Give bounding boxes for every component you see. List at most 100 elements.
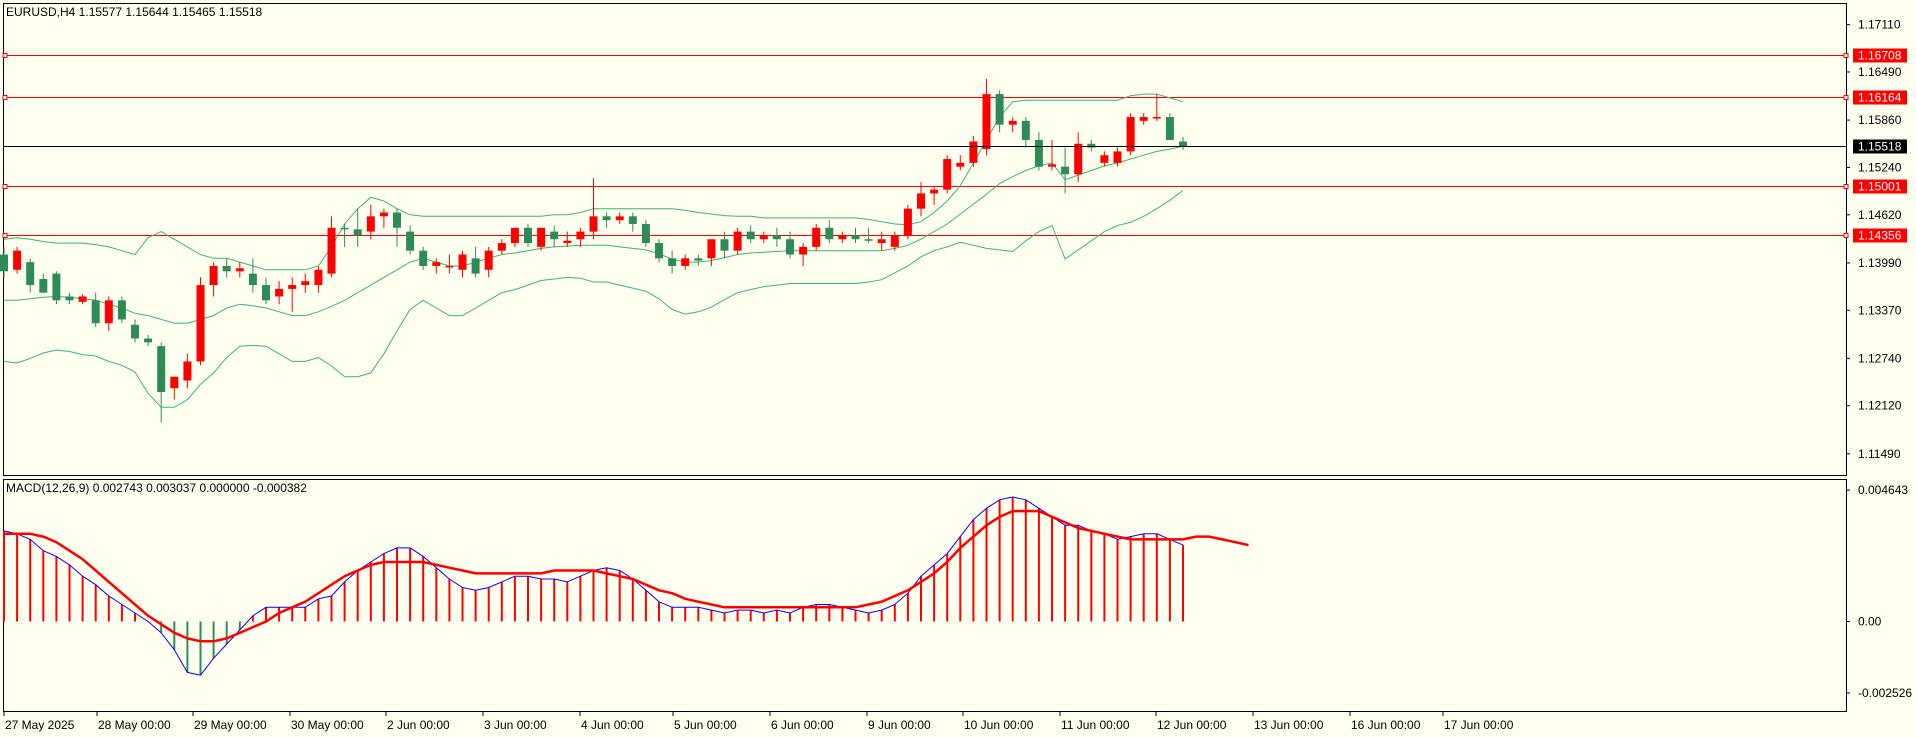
price-tick-label: 1.12120 — [1858, 399, 1902, 413]
candle-body — [746, 231, 755, 240]
candle-body — [524, 227, 532, 244]
candle — [576, 227, 585, 247]
candle-body — [943, 159, 952, 190]
candle-body — [327, 227, 336, 274]
candle — [288, 277, 297, 312]
candle — [406, 225, 415, 255]
candle-body — [1021, 120, 1030, 140]
candle-body — [406, 231, 415, 251]
candle-body — [812, 227, 821, 247]
candle-body — [65, 296, 74, 301]
candle-body — [248, 273, 257, 286]
candle — [668, 250, 677, 274]
candle-body — [314, 269, 323, 286]
macd-histogram — [3, 496, 1184, 676]
candle — [1048, 139, 1056, 171]
candle-body — [864, 239, 873, 241]
candle-body — [1139, 117, 1148, 121]
candle — [262, 277, 270, 305]
level-handle-right — [1843, 53, 1849, 58]
candle — [353, 208, 362, 247]
candle — [157, 342, 166, 423]
horizontal-levels[interactable]: 1.16708 1.16164 1.15001 1.14356 — [2, 48, 1907, 243]
time-tick-label: 2 Jun 00:00 — [387, 718, 450, 732]
price-panel-frame — [3, 3, 1847, 476]
candle-body — [301, 281, 310, 286]
candle — [248, 258, 257, 293]
candle — [0, 246, 8, 278]
candle-body — [209, 265, 218, 286]
level-handle-left — [2, 53, 8, 58]
candle — [550, 225, 559, 247]
time-x-axis: 27 May 2025 28 May 00:00 29 May 00:00 30 Ma… — [3, 712, 1514, 732]
candle-body — [576, 231, 585, 240]
candle — [943, 155, 952, 194]
current-price-label: 1.15518 — [1858, 140, 1902, 154]
macd-tick-label: 0.004643 — [1858, 483, 1908, 497]
candle-body — [772, 235, 781, 240]
time-tick-label: 10 Jun 00:00 — [964, 718, 1034, 732]
candle — [812, 223, 821, 251]
candle — [78, 294, 87, 305]
candle — [91, 292, 100, 328]
candle — [1152, 94, 1161, 121]
level-price-label: 1.15001 — [1858, 180, 1902, 194]
candle-body — [52, 273, 61, 301]
candle — [825, 220, 834, 244]
candle-body — [235, 268, 244, 272]
candle-body — [1061, 166, 1070, 175]
candle — [419, 246, 428, 270]
candle — [301, 273, 310, 293]
candle-body — [1113, 151, 1122, 163]
candle-body — [890, 235, 899, 247]
time-tick-label: 5 Jun 00:00 — [674, 718, 737, 732]
current-price-line: 1.15518 — [4, 139, 1907, 154]
candle — [1165, 113, 1174, 140]
candle — [379, 208, 388, 228]
candle-body — [1165, 117, 1174, 140]
candle-body — [563, 240, 572, 244]
candle — [969, 136, 978, 167]
candle — [275, 281, 284, 305]
candle — [39, 273, 48, 293]
candle — [995, 90, 1004, 133]
candle-body — [982, 94, 991, 150]
macd-signal-line — [4, 509, 1249, 643]
candle — [222, 258, 231, 278]
macd-tick-label: 0.00 — [1858, 614, 1882, 628]
candle-body — [550, 231, 559, 240]
price-tick-label: 1.15860 — [1858, 113, 1902, 127]
macd-y-axis: 0.004643 0.00 -0.002526 — [1846, 483, 1912, 700]
candle-body — [484, 250, 493, 270]
price-tick-label: 1.14620 — [1858, 208, 1902, 222]
time-tick-label: 3 Jun 00:00 — [484, 718, 547, 732]
candle — [327, 216, 336, 278]
candle-body — [930, 189, 939, 194]
candle-body — [196, 285, 205, 362]
time-tick-label: 27 May 2025 — [5, 718, 75, 732]
candle-body — [969, 141, 978, 163]
candle-body — [419, 250, 428, 266]
bollinger-bands — [3, 93, 1184, 408]
time-tick-label: 29 May 00:00 — [194, 718, 267, 732]
candle-body — [694, 258, 703, 261]
candle-body — [655, 243, 663, 259]
candle-body — [0, 254, 8, 272]
macd-info: MACD(12,26,9) 0.002743 0.003037 0.000000… — [6, 481, 307, 495]
candle-body — [432, 262, 441, 266]
candle — [144, 334, 153, 347]
level-handle-right — [1843, 95, 1849, 100]
candle-body — [681, 258, 690, 266]
candle-body — [759, 235, 768, 240]
candle — [838, 231, 847, 244]
candle — [1087, 139, 1096, 152]
candle — [65, 292, 74, 305]
candle-body — [353, 229, 362, 236]
candle-body — [222, 265, 231, 272]
candle-body — [183, 361, 192, 381]
candle-body — [589, 216, 598, 232]
candle — [851, 227, 860, 244]
candle-body — [510, 227, 519, 244]
candle — [1021, 117, 1030, 148]
candle-body — [13, 250, 22, 270]
